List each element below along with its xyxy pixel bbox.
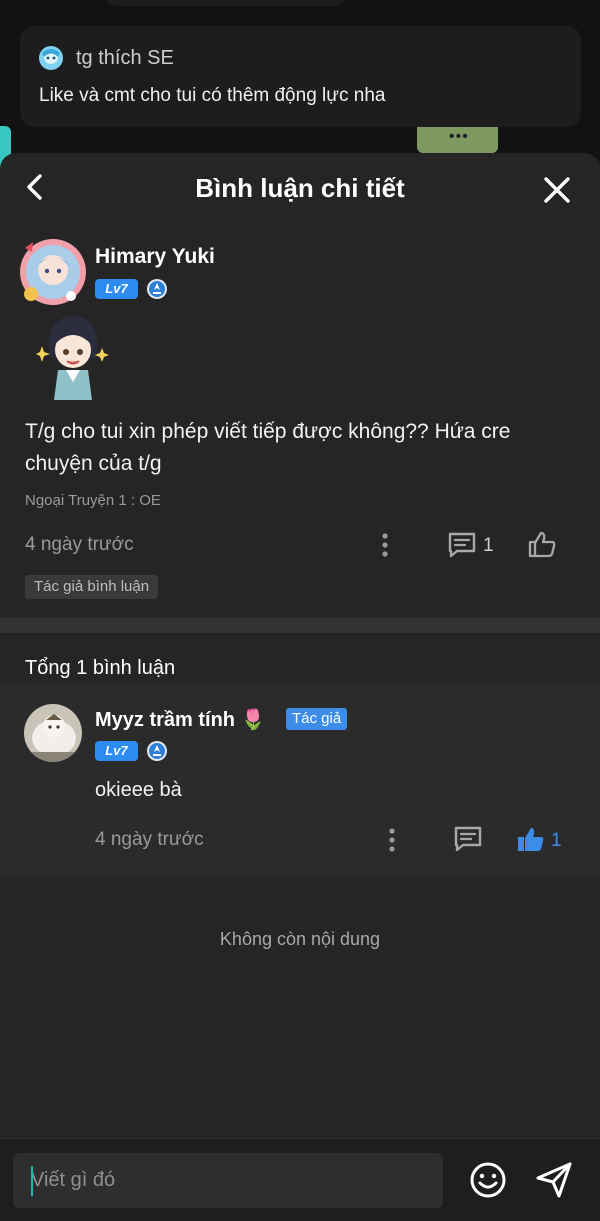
like-count: 1 bbox=[551, 830, 562, 851]
rank-icon bbox=[147, 741, 167, 761]
background-pill bbox=[105, 0, 345, 6]
notice-message: Like và cmt cho tui có thêm động lực nha bbox=[39, 85, 386, 106]
reply-text: okieee bà bbox=[95, 779, 182, 801]
sticker-image bbox=[36, 316, 109, 400]
more-options-pill[interactable]: ••• bbox=[417, 127, 498, 153]
kebab-menu-icon[interactable] bbox=[385, 827, 399, 853]
level-badge: Lv7 bbox=[95, 741, 138, 761]
level-badge: Lv7 bbox=[95, 279, 138, 299]
more-dots-icon: ••• bbox=[449, 128, 469, 145]
comment-input[interactable] bbox=[13, 1153, 443, 1208]
kebab-menu-icon[interactable] bbox=[378, 532, 392, 558]
avatar[interactable] bbox=[19, 238, 87, 306]
avatar[interactable] bbox=[24, 704, 82, 762]
comment-user-name[interactable]: Himary Yuki bbox=[95, 245, 215, 269]
author-notice-card: tg thích SE Like và cmt cho tui có thêm … bbox=[20, 26, 581, 127]
end-of-content-label: Không còn nội dung bbox=[219, 929, 381, 949]
reply-user-name[interactable]: Myyz trầm tính 🌷 bbox=[95, 707, 265, 732]
rank-icon bbox=[147, 279, 167, 299]
section-divider bbox=[0, 618, 600, 633]
close-icon[interactable] bbox=[540, 173, 574, 207]
like-icon[interactable] bbox=[527, 530, 557, 558]
total-replies-label: Tổng 1 bình luận bbox=[25, 657, 176, 679]
text-cursor bbox=[31, 1166, 33, 1196]
comment-detail-sheet: Bình luận chi tiết Himary Yuki Lv7 T/g c… bbox=[0, 153, 600, 1221]
sheet-header: Bình luận chi tiết bbox=[0, 153, 600, 221]
notice-author-name: tg thích SE bbox=[76, 47, 174, 69]
author-avatar-icon bbox=[39, 46, 63, 70]
comment-time: 4 ngày trước bbox=[25, 534, 134, 555]
reply-icon[interactable] bbox=[447, 531, 477, 559]
comment-text: T/g cho tui xin phép viết tiếp được khôn… bbox=[25, 420, 511, 475]
comment-composer bbox=[0, 1138, 600, 1221]
author-commented-tag: Tác giả bình luận bbox=[25, 575, 159, 599]
send-icon[interactable] bbox=[533, 1159, 575, 1201]
emoji-icon[interactable] bbox=[468, 1160, 508, 1200]
like-icon[interactable] bbox=[516, 825, 546, 853]
chapter-label[interactable]: Ngoại Truyện 1 : OE bbox=[25, 492, 161, 509]
author-badge: Tác giả bbox=[286, 708, 348, 730]
page-title: Bình luận chi tiết bbox=[195, 173, 405, 203]
reply-icon[interactable] bbox=[453, 825, 483, 853]
reply-count: 1 bbox=[483, 535, 494, 556]
list-item: Myyz trầm tính 🌷 Tác giả Lv7 okieee bà 4… bbox=[0, 684, 600, 877]
reply-time: 4 ngày trước bbox=[95, 829, 204, 850]
